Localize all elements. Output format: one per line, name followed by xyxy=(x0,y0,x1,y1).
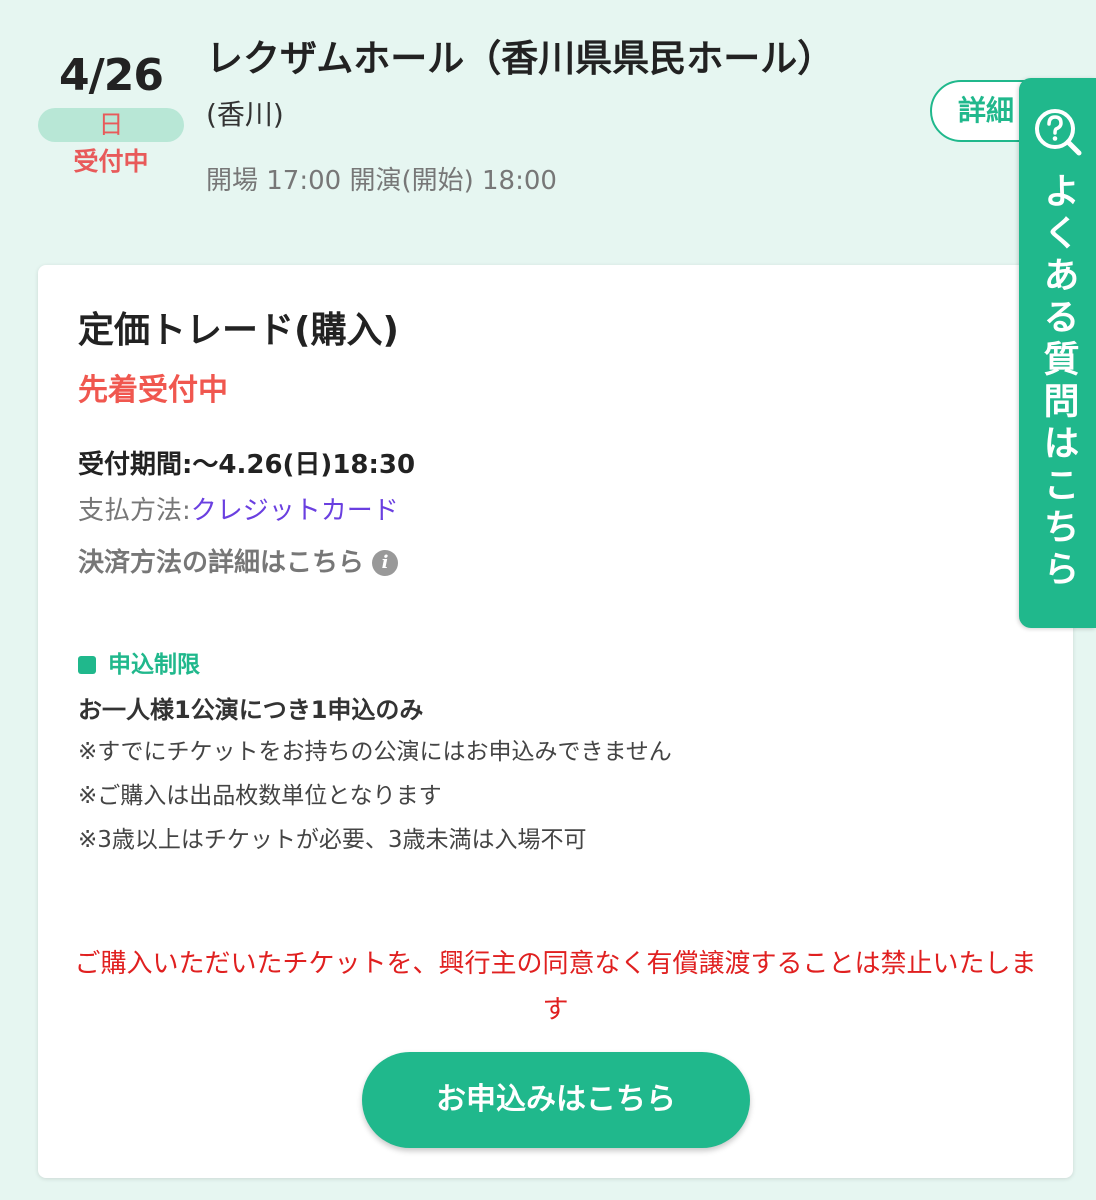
limit-label-text: 申込制限 xyxy=(108,652,200,678)
event-status: 受付中 xyxy=(73,147,149,176)
venue-name: レクザムホール（香川県県民ホール） xyxy=(206,37,835,80)
trade-title: 定価トレード(購入) xyxy=(78,310,399,351)
limit-main-text: お一人様1公演につき1申込のみ xyxy=(78,696,424,724)
payment-method-link[interactable]: クレジットカード xyxy=(191,496,399,526)
event-date: 4/26 xyxy=(59,50,164,101)
payment-method: 支払方法:クレジットカード xyxy=(78,493,399,529)
page: 4/26 日 受付中 レクザムホール（香川県県民ホール） (香川) 開場 17:… xyxy=(0,0,1096,1200)
faq-label: よくある質問はこちら xyxy=(1037,172,1079,592)
limit-section-label: 申込制限 xyxy=(78,649,200,681)
trade-status: 先着受付中 xyxy=(78,373,228,408)
apply-button[interactable]: お申込みはこちら xyxy=(362,1052,750,1148)
question-search-icon xyxy=(1034,109,1081,156)
time-info: 開場 17:00 開演(開始) 18:00 xyxy=(206,166,557,196)
reception-period: 受付期間:〜4.26(日)18:30 xyxy=(78,450,416,480)
payment-label: 支払方法: xyxy=(78,496,191,526)
date-block: 4/26 日 受付中 xyxy=(38,50,184,178)
settlement-details-text: 決済方法の詳細はこちら xyxy=(78,548,365,578)
resale-warning: ご購入いただいたチケットを、興行主の同意なく有償譲渡することは禁止いたします xyxy=(74,949,1037,1025)
note-item: ※3歳以上はチケットが必要、3歳未満は入場不可 xyxy=(78,827,587,853)
weekday-badge: 日 xyxy=(38,108,184,142)
info-icon[interactable]: i xyxy=(372,550,399,576)
faq-tab[interactable]: よくある質問はこちら xyxy=(1019,78,1096,628)
event-header: 4/26 日 受付中 レクザムホール（香川県県民ホール） (香川) 開場 17:… xyxy=(0,0,1096,226)
note-item: ※ご購入は出品枚数単位となります xyxy=(78,783,442,809)
settlement-details-link[interactable]: 決済方法の詳細はこちら i xyxy=(78,545,399,581)
note-item: ※すでにチケットをお持ちの公演にはお申込みできません xyxy=(78,739,672,765)
square-bullet-icon xyxy=(78,656,96,674)
trade-card: 定価トレード(購入) 先着受付中 受付期間:〜4.26(日)18:30 支払方法… xyxy=(38,265,1073,1178)
venue-prefecture: (香川) xyxy=(206,98,284,131)
